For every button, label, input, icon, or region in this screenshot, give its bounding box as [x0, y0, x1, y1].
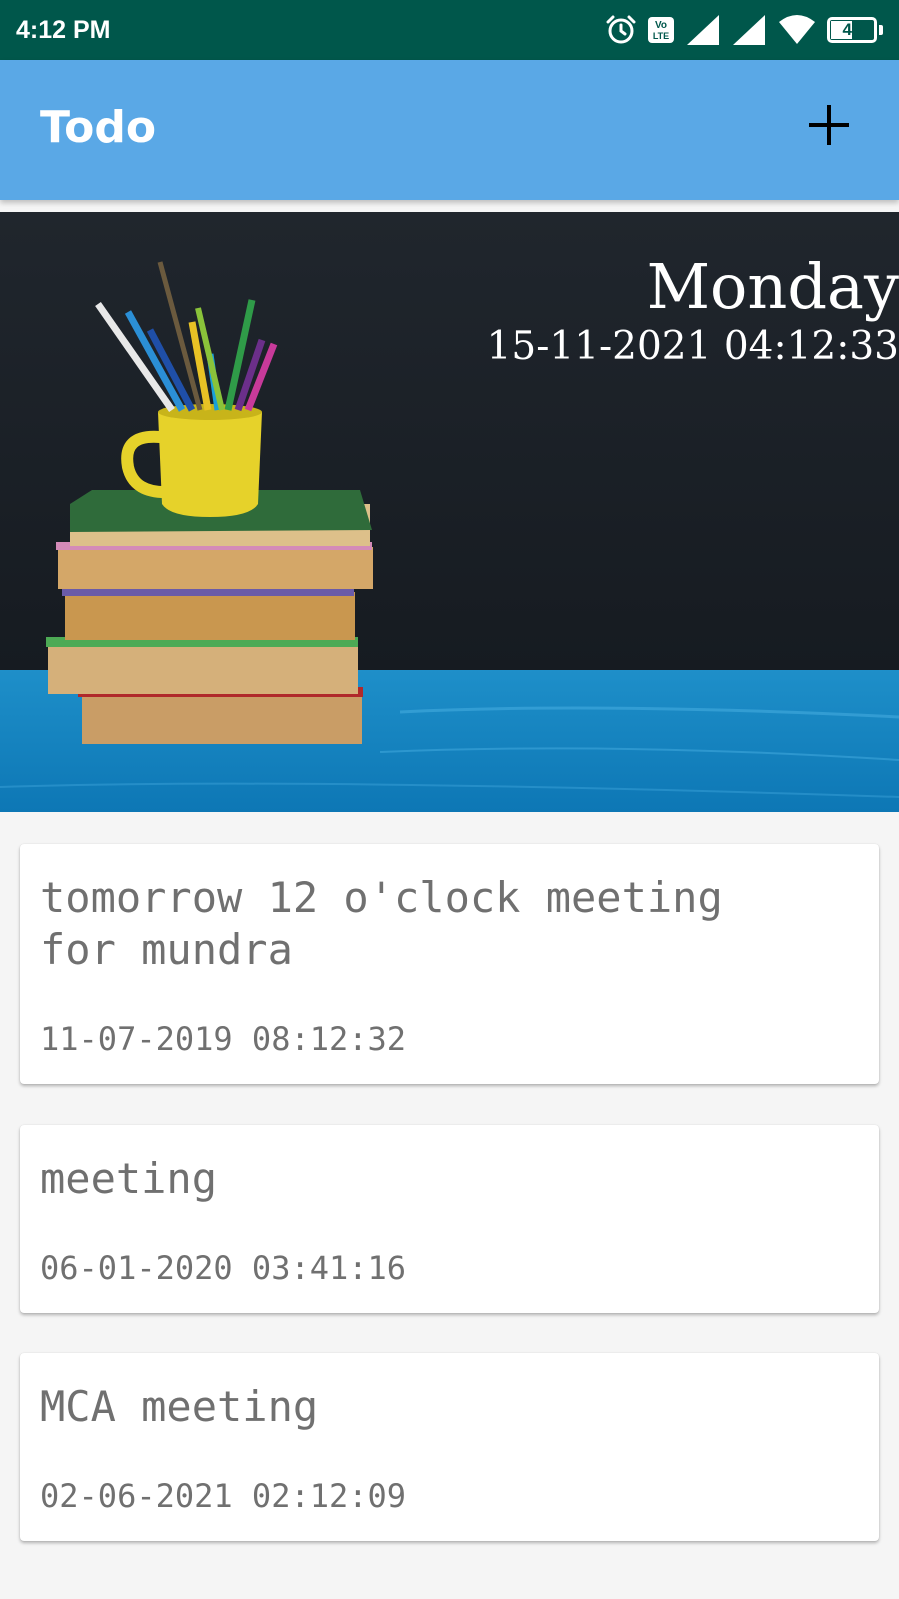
- todo-title: MCA meeting: [40, 1382, 319, 1431]
- battery-level: 49: [842, 20, 862, 39]
- todo-card[interactable]: meeting 06-01-2020 03:41:16: [20, 1125, 879, 1313]
- svg-text:LTE: LTE: [653, 31, 669, 41]
- current-day: Monday: [646, 250, 899, 323]
- current-datetime: 15-11-2021 04:12:33: [486, 324, 899, 369]
- todo-timestamp: 02-06-2021 02:12:09: [40, 1477, 407, 1515]
- status-time: 4:12 PM: [16, 15, 111, 44]
- todo-timestamp: 06-01-2020 03:41:16: [40, 1249, 407, 1287]
- plus-icon: [806, 102, 852, 148]
- header-image: Monday 15-11-2021 04:12:33: [0, 212, 899, 812]
- todo-card[interactable]: tomorrow 12 o'clock meeting for mundra 1…: [20, 844, 879, 1084]
- svg-text:Vo: Vo: [655, 20, 667, 31]
- signal-icon: [685, 13, 721, 47]
- todo-timestamp: 11-07-2019 08:12:32: [40, 1020, 407, 1058]
- todo-card[interactable]: MCA meeting 02-06-2021 02:12:09: [20, 1353, 879, 1541]
- alarm-icon: [605, 14, 637, 46]
- wifi-icon: [777, 14, 817, 46]
- volte-icon: Vo LTE: [647, 16, 675, 44]
- todo-title: meeting: [40, 1154, 218, 1203]
- signal-icon: [731, 13, 767, 47]
- todo-title: tomorrow 12 o'clock meeting for mundra: [40, 873, 723, 974]
- battery-icon: 49: [827, 17, 883, 43]
- app-title: Todo: [40, 102, 157, 153]
- status-icons: Vo LTE 49: [605, 13, 883, 47]
- app-bar: Todo: [0, 60, 899, 200]
- add-todo-button[interactable]: [806, 102, 852, 148]
- status-bar: 4:12 PM Vo LTE 49: [0, 0, 899, 60]
